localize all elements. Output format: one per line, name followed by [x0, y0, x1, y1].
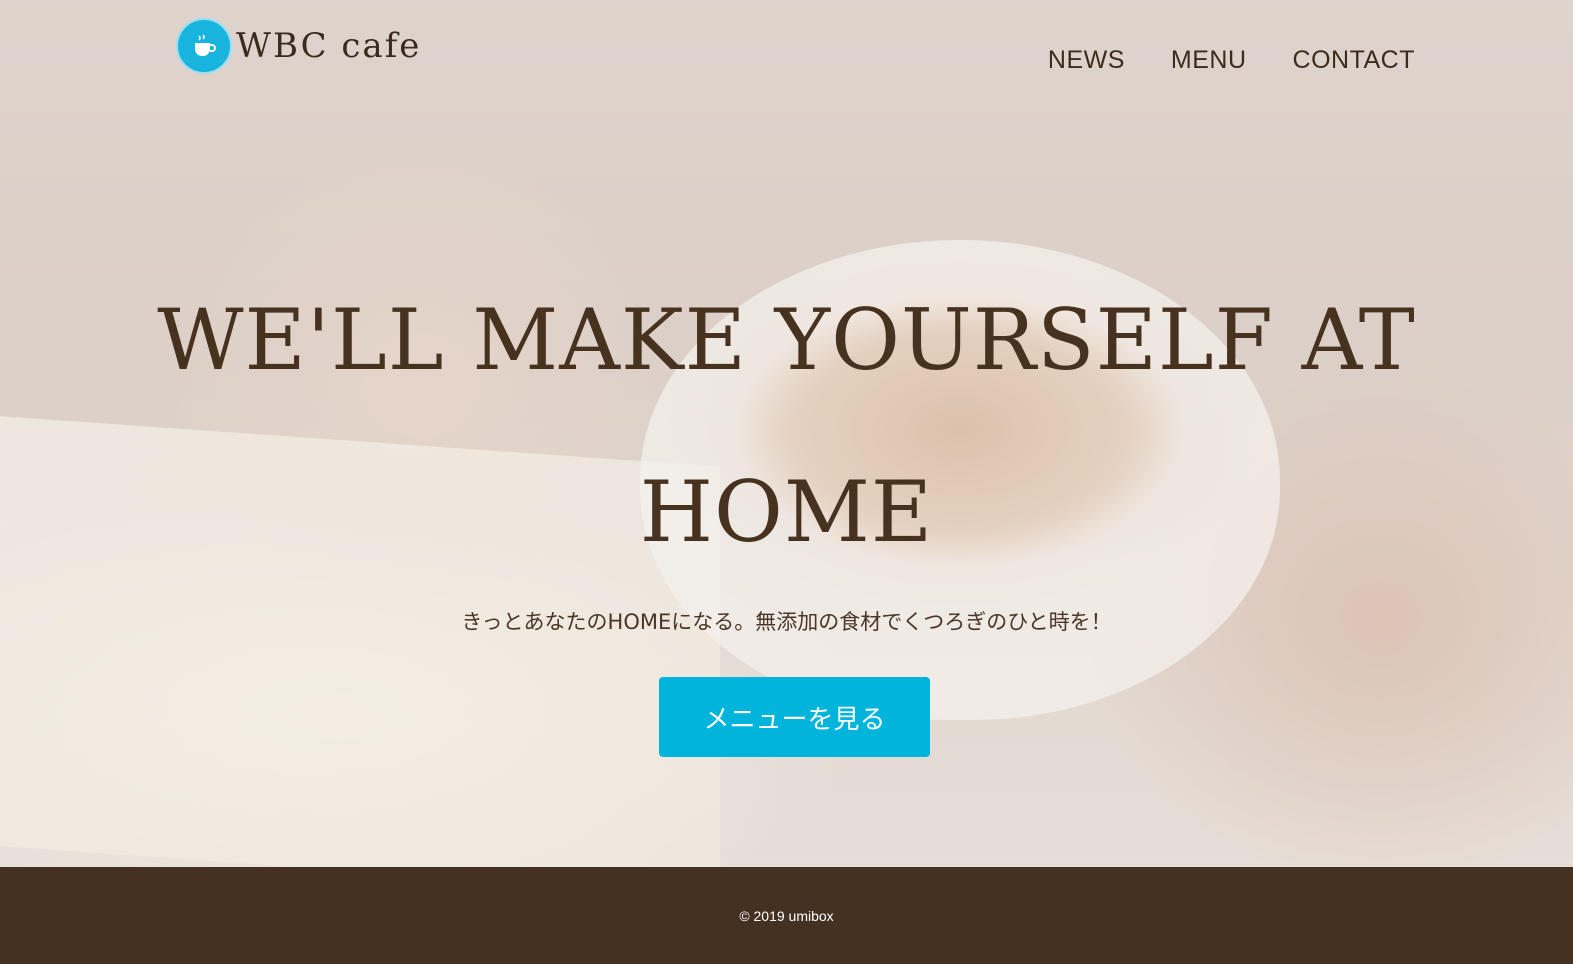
hero-headline: WE'LL MAKE YOURSELF AT HOME [157, 291, 1416, 561]
site-header: WBC cafe NEWS MENU CONTACT [0, 0, 1573, 100]
hero-tagline: きっとあなたのHOMEになる。無添加の食材でくつろぎのひと時を！ [461, 610, 1112, 634]
nav-menu[interactable]: MENU [1171, 46, 1247, 75]
logo-text: WBC cafe [236, 26, 422, 66]
coffee-cup-icon [176, 18, 232, 74]
page: WBC cafe NEWS MENU CONTACT WE'LL MAKE YO… [0, 0, 1573, 964]
logo-link[interactable]: WBC cafe [176, 18, 421, 74]
main-nav: NEWS MENU CONTACT [1048, 46, 1415, 75]
site-footer: © 2019 umibox [0, 867, 1573, 964]
nav-news[interactable]: NEWS [1048, 46, 1125, 75]
copyright-text: © 2019 umibox [739, 907, 834, 924]
hero-content: WE'LL MAKE YOURSELF AT HOME きっとあなたのHOMEに… [0, 280, 1573, 757]
view-menu-button[interactable]: メニューを見る [659, 677, 930, 757]
nav-contact[interactable]: CONTACT [1293, 46, 1415, 75]
